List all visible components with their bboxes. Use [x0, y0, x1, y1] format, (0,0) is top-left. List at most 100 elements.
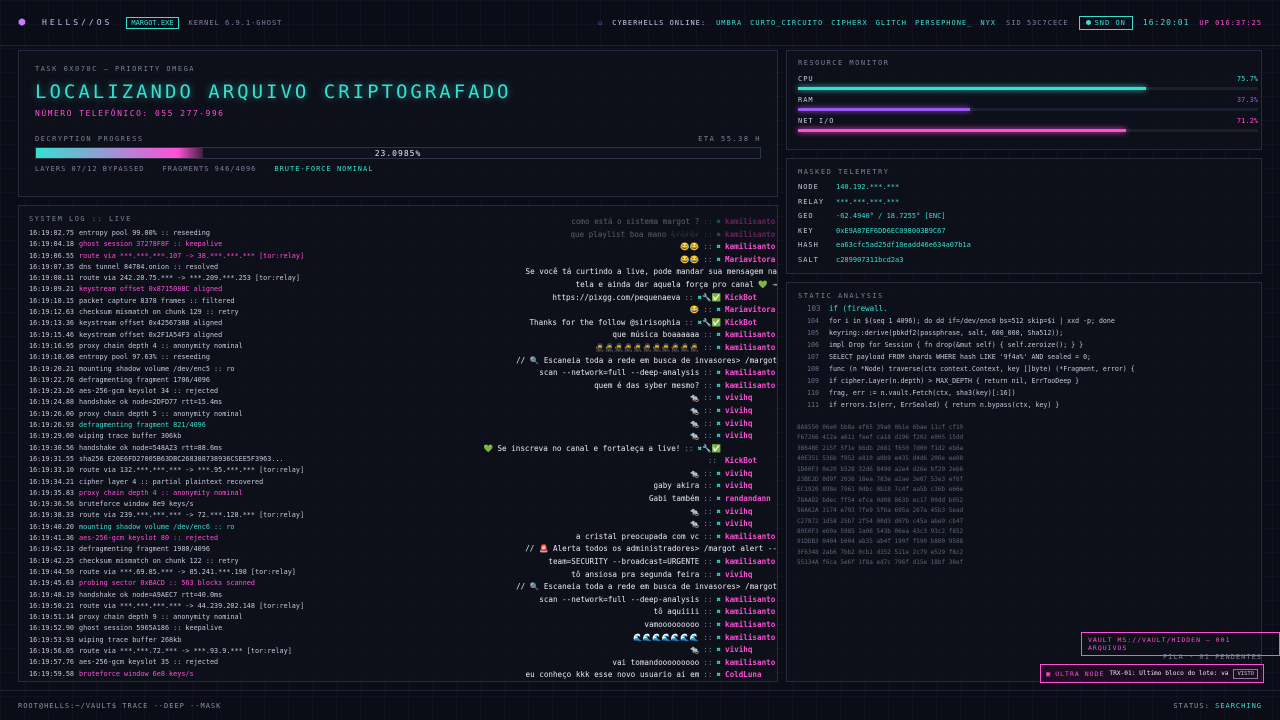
ultra-node-notification[interactable]: ▣ ULTRA NODE TRX-01: Último bloco do lot… [1040, 664, 1264, 683]
log-line: 16:19:42.25 checksum mismatch on chunk 12… [29, 556, 449, 567]
online-user[interactable]: CIPHERX [831, 19, 868, 27]
chat-username[interactable]: kamilisanto [725, 657, 777, 670]
code-text: keyring::derive(pbkdf2(passphrase, salt,… [829, 329, 1064, 337]
chat-username[interactable]: randandann [725, 493, 777, 506]
hex-line: F67266 412a a611 feef ca18 d196 f202 e00… [797, 434, 964, 442]
resource-track [798, 129, 1258, 132]
chat-username[interactable]: kamilisanto [725, 632, 777, 645]
chat-username[interactable]: vivihq [725, 418, 777, 431]
chat-separator: :: [703, 229, 713, 239]
code-text: func (n *Node) traverse(ctx context.Cont… [829, 365, 1135, 373]
log-line: 16:19:24.88 handshake ok node=2DFD77 rtt=… [29, 397, 449, 408]
log-timestamp: 16:19:29.00 [29, 432, 75, 441]
code-line: 107 SELECT payload FROM shards WHERE hash… [807, 351, 1247, 363]
chat-username[interactable]: kamilisanto [725, 594, 777, 607]
chat-message: 🐀:: ✖ vivihq [449, 405, 777, 418]
chat-message: :: KickBot [449, 455, 777, 468]
chat-username[interactable]: kamilisanto [725, 241, 777, 254]
telemetry-key: KEY [798, 226, 814, 235]
chat-message: team=SECURITY --broadcast=URGENTE:: ✖ kami… [449, 556, 777, 569]
chat-username[interactable]: kamilisanto [725, 619, 777, 632]
chat-username[interactable]: kamilisanto [725, 216, 777, 229]
chat-separator: :: [703, 657, 713, 667]
chat-username[interactable]: kamilisanto [725, 329, 777, 342]
chat-username[interactable]: ColdLuna [725, 669, 777, 680]
chat-username[interactable]: KickBot [725, 292, 777, 305]
chat-username[interactable]: KickBot [725, 455, 777, 468]
log-line: 16:19:42.13 defragmenting fragment 1980/4… [29, 544, 449, 555]
chat-username[interactable]: kamilisanto [725, 367, 777, 380]
chat-username[interactable]: vivihq [725, 430, 777, 443]
chat-username[interactable]: vivihq [725, 506, 777, 519]
chat-username[interactable]: vivihq [725, 480, 777, 493]
chat-separator: :: [703, 405, 713, 415]
line-number: 111 [807, 401, 819, 409]
online-user[interactable]: GLITCH [876, 19, 907, 27]
decryption-label: DECRYPTION PROGRESS [35, 135, 144, 143]
line-number: 110 [807, 389, 819, 397]
chat-username[interactable]: vivihq [725, 405, 777, 418]
chat-text: 🐀 [689, 519, 700, 529]
log-text: route via 239.***.***.*** -> 72.***.128.… [79, 511, 305, 520]
online-users: UMBRA CURTO_CIRCUITO CIPHERX GLITCH PERSEPHO… [716, 19, 996, 27]
terminal-prompt[interactable]: ROOT@HELLS:~/VAULT$ TRACE --DEEP --MASK [18, 702, 221, 710]
telemetry-row: GEO -62.4940° / 18.7255° [ENC] [798, 212, 946, 220]
chat-message: // 🔍 Escaneia toda a rede em busca de in… [449, 355, 777, 368]
code-text: if (firewall. [829, 304, 888, 313]
chat-username[interactable]: vivihq [725, 468, 777, 481]
resource-meter: NET I/O 71.2% [798, 117, 1258, 133]
resource-label: RAM [798, 96, 814, 104]
chat-badges-icon: ✖ [716, 418, 721, 428]
chat-username[interactable]: vivihq [725, 392, 777, 405]
chat-username[interactable]: kamilisanto [725, 342, 777, 355]
log-timestamp: 16:19:33.10 [29, 466, 75, 475]
chat-separator: :: [703, 506, 713, 516]
chat-username[interactable]: vivihq [725, 644, 777, 657]
chat-username[interactable]: vivihq [725, 569, 777, 582]
telemetry-key: RELAY [798, 197, 825, 206]
log-text: sha256 E20E6FD27005B63DBC268388738936CSE… [79, 454, 284, 463]
code-text: SELECT payload FROM shards WHERE hash LI… [829, 353, 1092, 361]
log-line: 16:19:51.14 proxy chain depth 9 :: anonym… [29, 612, 449, 623]
chat-overlay[interactable]: como está o sistema margot ?:: ✖ kamilisan… [449, 216, 777, 680]
log-line: 16:19:56.05 route via ***.***.72.*** -> *… [29, 646, 449, 657]
decryption-progress-bar: 23.0985% [35, 147, 761, 159]
chat-username[interactable]: Mariavitora [725, 304, 777, 317]
log-text: proxy chain depth 5 :: anonymity nominal [79, 409, 243, 418]
chat-message: que música boaaaaaa:: ✖ kamilisanto [449, 329, 777, 342]
chat-text: que música boaaaaaa [612, 330, 700, 340]
sound-toggle[interactable]: SND ON [1078, 15, 1133, 30]
chat-username[interactable]: KickBot [725, 317, 777, 330]
log-text: route via ***.69.85.*** -> 85.241.***.19… [79, 567, 296, 576]
log-timestamp: 16:19:09.21 [29, 285, 75, 294]
margot-badge[interactable]: MARGOT.EXE [126, 16, 179, 29]
log-text: entropy pool 97.63% :: reseeding [79, 353, 210, 362]
chat-username[interactable]: kamilisanto [725, 531, 777, 544]
chat-username[interactable]: kamilisanto [725, 606, 777, 619]
hex-line: 8A8550 06e0 bb8a ef65 39a0 0b1e 6bae 11c… [797, 424, 964, 431]
chat-username[interactable]: kamilisanto [725, 229, 777, 242]
chat-username[interactable]: Mariavitora [725, 254, 777, 267]
telemetry-row: HASH ea63cfc5ad25df10eadd46e634a07b1a [798, 241, 971, 249]
resource-value: 37.3% [1236, 96, 1258, 104]
chat-badges-icon: ✖ [716, 342, 721, 352]
chat-username[interactable]: kamilisanto [725, 556, 777, 569]
log-timestamp: 16:19:59.58 [29, 669, 75, 678]
chat-text: que playlist boa mano 🎶🎶🎶 [570, 229, 700, 239]
visto-button[interactable]: VISTO [1233, 668, 1258, 679]
chat-badges-icon: ✖ [716, 594, 721, 604]
log-text: keystream offset 0x42567388 aligned [79, 319, 223, 328]
online-user[interactable]: PERSEPHONE_ [915, 19, 972, 27]
chat-username[interactable]: kamilisanto [725, 380, 777, 393]
chat-text: tô aquiiii [653, 607, 700, 617]
chat-username[interactable]: vivihq [725, 518, 777, 531]
online-user[interactable]: UMBRA [716, 19, 742, 27]
log-text: ghost session 5965A186 :: keepalive [79, 624, 223, 633]
chat-text: Gabi também [648, 494, 700, 504]
bottom-bar: ROOT@HELLS:~/VAULT$ TRACE --DEEP --MASK … [0, 690, 1280, 720]
chat-message: // 🚨 Alerta todos os administradores> /m… [449, 543, 777, 556]
online-user[interactable]: NYX [980, 19, 996, 27]
online-user[interactable]: CURTO_CIRCUITO [750, 19, 823, 27]
chat-message: tô aquiiii:: ✖ kamilisanto [449, 606, 777, 619]
system-log-list[interactable]: 16:19:02.75 entropy pool 99.00% :: reseed… [29, 228, 449, 680]
